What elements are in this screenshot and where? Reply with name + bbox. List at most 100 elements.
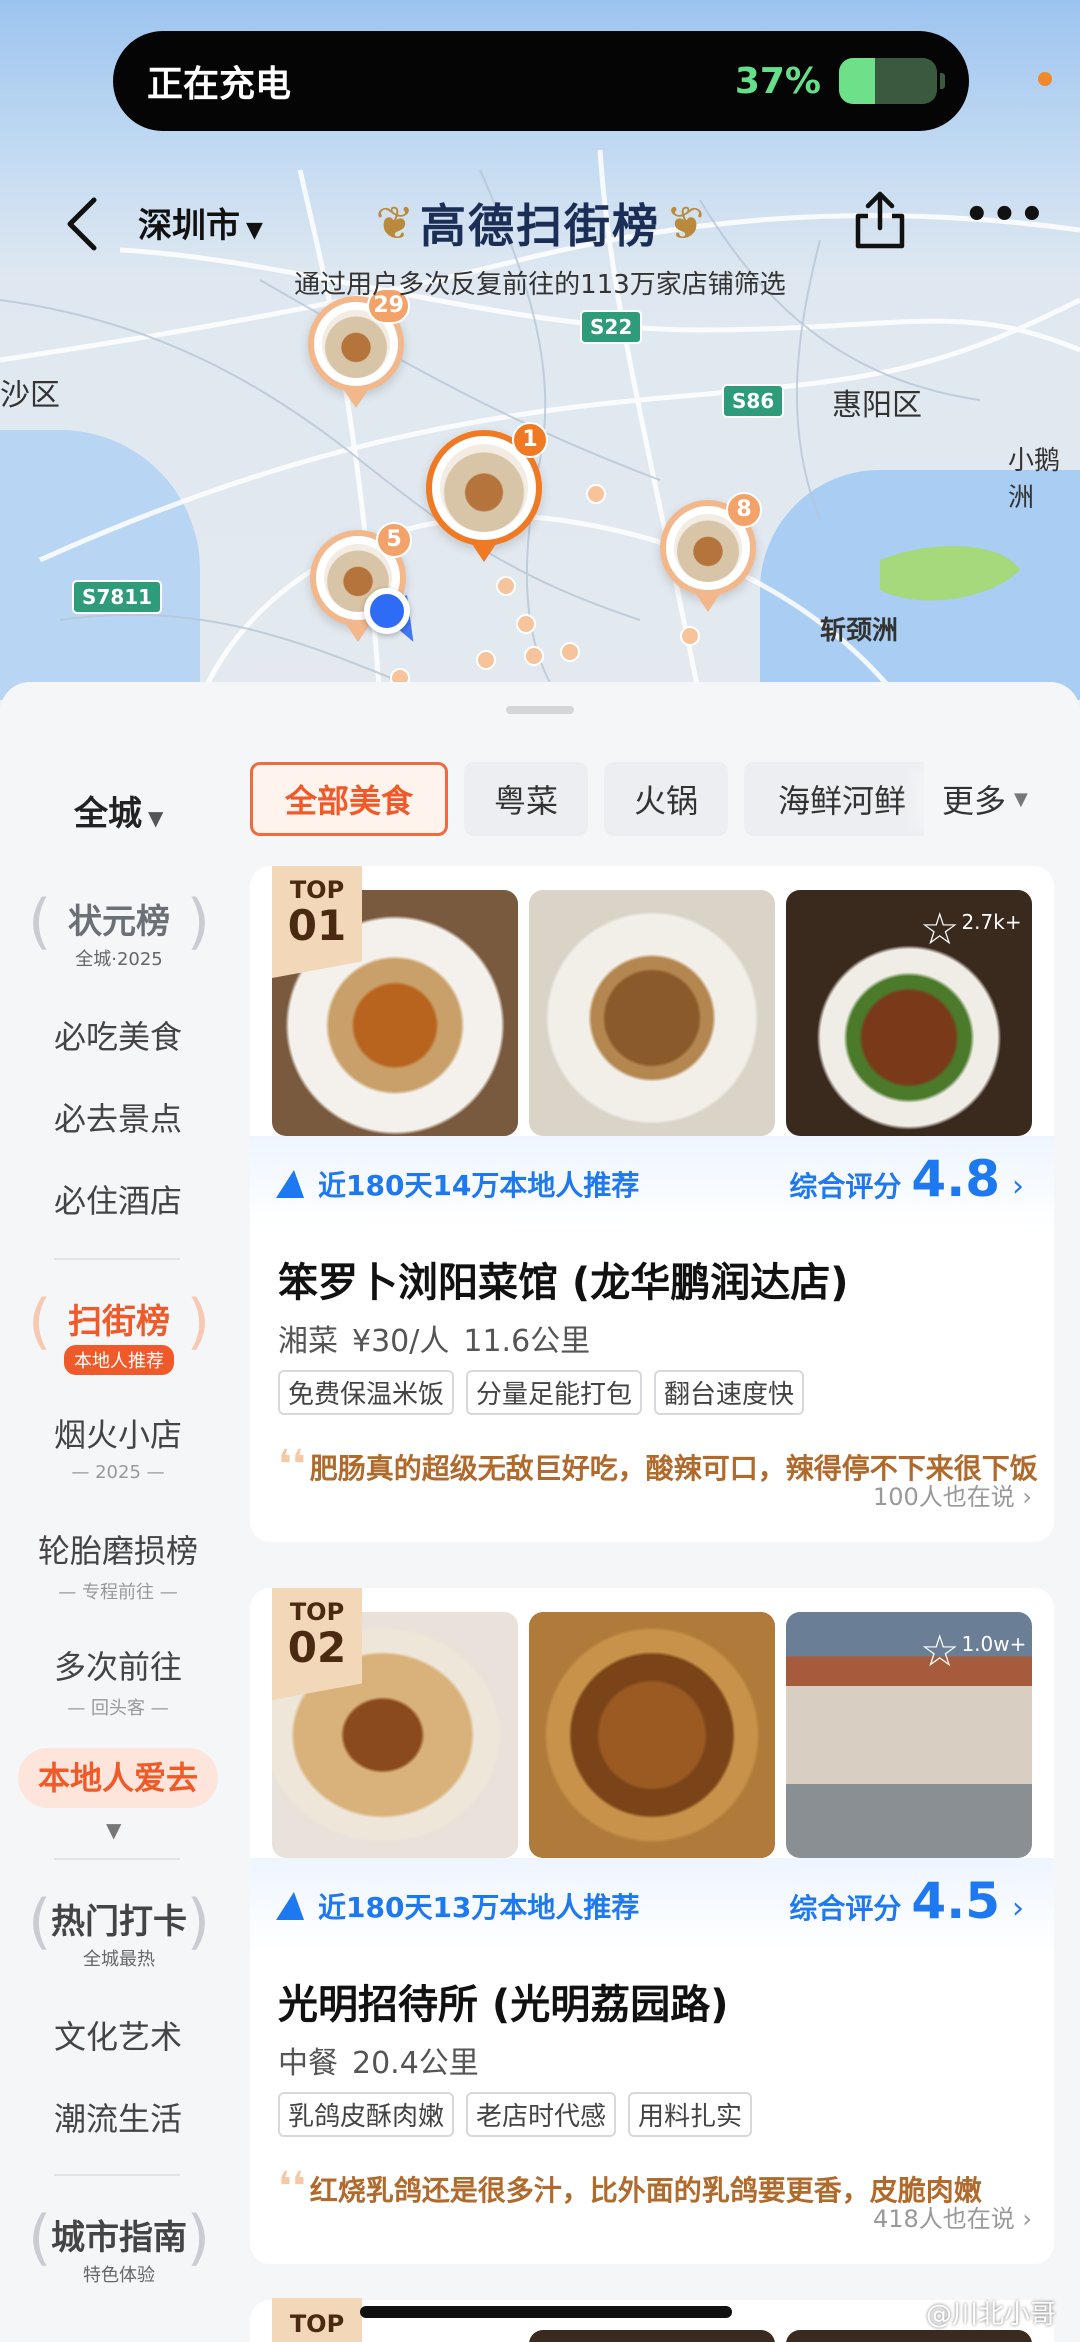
dish-photo[interactable] [529,890,775,1136]
badge-hot-checkin[interactable]: () 热门打卡 全城最热 [24,1888,214,1988]
city-name: 深圳市 [138,206,240,246]
restaurant-name[interactable]: 笨罗卜浏阳菜馆 (龙华鹏润达店) [278,1250,849,1308]
quote-icon: ❛❛ [278,1442,306,1488]
sidebar-item-must-visit[interactable]: 必去景点 [0,1094,236,1140]
city-selector[interactable]: 深圳市 ▼ [138,198,263,247]
map-place-label: 惠阳区 [832,388,922,423]
sidebar-item-yanhuo[interactable]: 烟火小店 — 2025 — [0,1410,236,1483]
laurel-icon: ( [28,1287,52,1357]
map-dot[interactable] [586,484,606,504]
home-indicator[interactable] [360,2306,732,2318]
chevron-left-icon [67,197,97,251]
more-categories-button[interactable]: 更多 ▼ [924,762,1080,836]
expand-down-icon[interactable]: ▼ [106,1818,121,1842]
map-dot[interactable] [560,642,580,662]
divider [54,1258,180,1260]
caret-down-icon: ▼ [1014,788,1028,810]
favorite-count[interactable]: ☆ 2.7k+ [920,904,1022,955]
map-dot[interactable] [476,650,496,670]
rank-badge: TOP 02 [272,1588,362,1700]
recommend-row[interactable]: 近180天13万本地人推荐 综合评分 4.5 › [250,1858,1054,1950]
chip-cantonese[interactable]: 粤菜 [464,762,588,836]
sidebar-item-culture-art[interactable]: 文化艺术 [0,2012,236,2058]
laurel-icon: ) [186,887,210,957]
dish-photo[interactable] [529,1612,775,1858]
photo-strip[interactable]: ☆ 1.0w+ [272,1612,1032,1858]
map-pin[interactable]: 29 [308,288,410,408]
share-icon [855,191,905,249]
badge-city-guide[interactable]: () 城市指南 特色体验 [24,2204,214,2304]
overall-score[interactable]: 综合评分 4.8 › [789,1150,1024,1208]
favorite-count[interactable]: ☆ 1.0w+ [920,1626,1026,1677]
sidebar-item-locals-love[interactable]: 本地人爱去 [18,1748,218,1808]
map-dot[interactable] [496,576,516,596]
brand-title: 高德扫街榜 [420,199,660,253]
highway-badge: S7811 [72,580,163,614]
storefront-photo[interactable]: ☆ 1.0w+ [786,1612,1032,1858]
navigation-arrow-icon [276,1170,308,1198]
badge-sub: 全城最热 [83,1949,155,1970]
chip-seafood[interactable]: 海鲜河鲜 [744,762,940,836]
badge-title: 状元榜 [68,902,170,942]
map-dot[interactable] [680,626,700,646]
share-button[interactable] [852,190,908,250]
badge-zhuangyuan[interactable]: () 状元榜 全城·2025 [24,888,214,988]
chevron-right-icon: › [1012,1169,1024,1204]
overall-score[interactable]: 综合评分 4.5 › [789,1872,1024,1930]
dish-photo[interactable] [529,2330,775,2342]
score-value: 4.5 [911,1872,1000,1930]
also-saying-count[interactable]: 418人也在说 › [873,2199,1032,2234]
sidebar-item-trend-life[interactable]: 潮流生活 [0,2094,236,2140]
score-label: 综合评分 [789,1892,902,1925]
pin-count: 1 [512,422,548,458]
feature-tag: 翻台速度快 [654,1370,805,1415]
brand-logo: ❦ 高德扫街榜 ❦ [360,190,720,256]
feature-tag: 免费保温米饭 [278,1370,455,1415]
cuisine: 湘菜 [278,1324,338,1359]
also-saying-count[interactable]: 100人也在说 › [873,1477,1032,1512]
sidebar-item-must-stay[interactable]: 必住酒店 [0,1176,236,1222]
back-button[interactable] [62,196,102,252]
pin-count: 5 [376,522,412,558]
badge-saojie[interactable]: () 扫街榜 本地人推荐 [24,1288,214,1388]
map-place-label: 斩颈洲 [820,616,899,646]
highway-badge: S86 [722,384,785,418]
sidebar-item-must-eat[interactable]: 必吃美食 [0,1012,236,1058]
restaurant-card[interactable]: TOP 01 ☆ 2.7k+ 近180天14万本地人推荐 综合评分 4.8 › … [250,866,1054,1542]
map-place-label: 沙区 [0,378,60,413]
price: ¥30/人 [352,1324,450,1359]
chevron-right-icon: › [1012,1891,1024,1926]
laurel-icon: ( [28,1887,52,1957]
restaurant-name[interactable]: 光明招待所 (光明荔园路) [278,1972,729,2030]
photo-strip[interactable]: ☆ 2.7k+ [272,890,1032,1136]
map-dot[interactable] [516,614,536,634]
laurel-icon: ) [186,1287,210,1357]
watermark: @川北小哥 [925,2300,1056,2330]
badge-title: 扫街榜 [68,1302,170,1342]
badge-sub: 全城·2025 [75,949,163,970]
chip-hotpot[interactable]: 火锅 [604,762,728,836]
map-pin[interactable]: 1 [426,422,548,562]
score-label: 综合评分 [789,1170,902,1203]
scope-filter[interactable]: 全城 ▼ [74,786,163,835]
sheet-drag-handle[interactable] [506,706,574,714]
sidebar-item-sub: — 回头客 — [67,1698,169,1719]
star-outline-icon: ☆ [920,904,960,955]
map-pin[interactable]: 8 [660,492,762,612]
dish-photo[interactable] [786,2330,1032,2342]
divider [54,2174,180,2176]
more-options-icon[interactable]: ••• [964,195,1045,236]
restaurant-card[interactable]: TOP 02 ☆ 1.0w+ 近180天13万本地人推荐 综合评分 4.5 › … [250,1588,1054,2264]
feature-tag: 用料扎实 [628,2092,753,2137]
score-value: 4.8 [911,1150,1000,1208]
sidebar-item-repeat-visit[interactable]: 多次前往 — 回头客 — [0,1642,236,1720]
map-dot[interactable] [524,646,544,666]
chip-all-food[interactable]: 全部美食 [250,762,448,836]
sidebar-item-tire-wear[interactable]: 轮胎磨损榜 — 专程前往 — [0,1526,236,1604]
dish-photo[interactable]: ☆ 2.7k+ [786,890,1032,1136]
recommend-row[interactable]: 近180天14万本地人推荐 综合评分 4.8 › [250,1136,1054,1228]
star-outline-icon: ☆ [920,1626,960,1677]
my-location-dot [364,588,410,634]
divider [54,1858,180,1860]
privacy-indicator-dot [1038,72,1052,86]
